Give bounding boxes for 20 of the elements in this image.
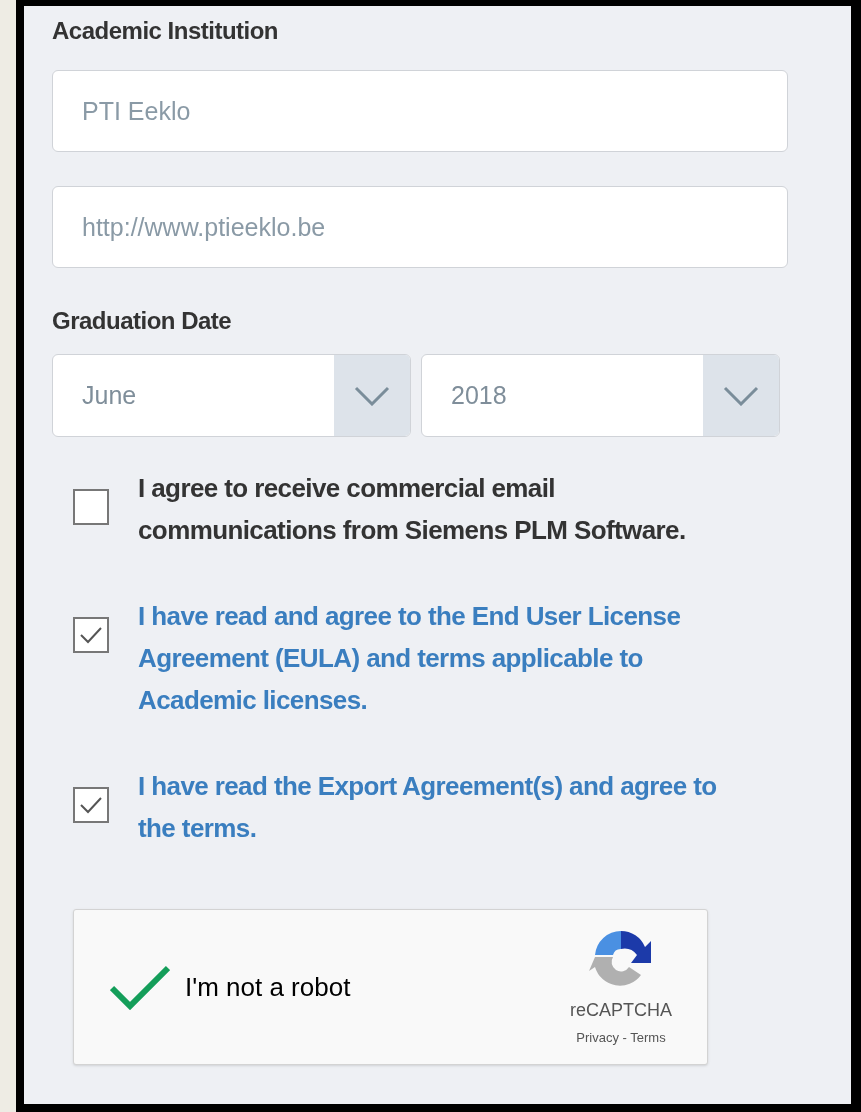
checkmark-icon	[79, 625, 103, 645]
checkbox-label: I agree to receive commercial email communications from Siemens PLM Software.	[138, 472, 687, 547]
agreement-link[interactable]: I have read and agree to the End User License Agreement (EULA) and terms applicable to Academic licenses.	[138, 595, 758, 721]
brand-text: reCAPTCHA	[570, 998, 672, 1022]
field-label: Academic Institution	[52, 16, 280, 46]
text-input-field[interactable]: PTI Eeklo	[52, 70, 788, 152]
chevron-down-icon	[354, 385, 390, 406]
privacy-terms-link[interactable]: Privacy - Terms	[576, 1027, 666, 1048]
text-input-field[interactable]: http://www.ptieeklo.be	[52, 186, 788, 268]
checkbox[interactable]	[73, 787, 109, 823]
dropdown[interactable]: June	[52, 354, 411, 437]
chevron-down-icon	[723, 385, 759, 406]
dropdown[interactable]: 2018	[421, 354, 780, 437]
checkbox[interactable]	[73, 617, 109, 653]
checkbox[interactable]	[73, 489, 109, 525]
agreement-link[interactable]: I have read the Export Agreement(s) and agree to the terms.	[138, 765, 758, 849]
checkmark-icon	[79, 795, 103, 815]
checkmark-icon[interactable]	[110, 964, 170, 1010]
field-label: Graduation Date	[52, 306, 233, 336]
captcha-label: I'm not a robot	[185, 970, 351, 1004]
